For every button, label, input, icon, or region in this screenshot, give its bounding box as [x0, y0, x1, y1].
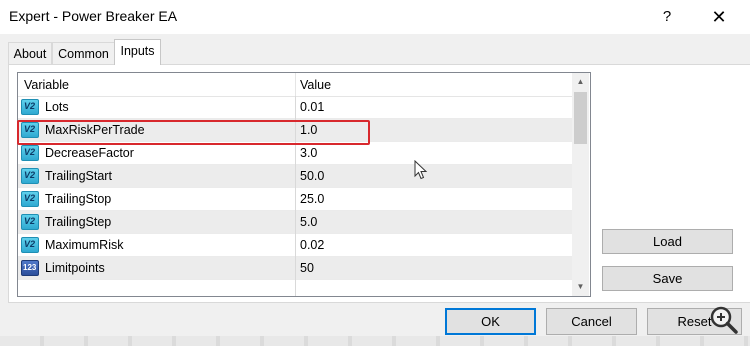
column-header-value[interactable]: Value: [300, 73, 331, 96]
column-divider[interactable]: [295, 73, 296, 96]
variable-name: Lots: [45, 100, 69, 114]
zoom-icon[interactable]: [709, 305, 739, 335]
variable-name: TrailingStep: [45, 215, 112, 229]
double-type-icon: V2: [21, 99, 39, 115]
window-title: Expert - Power Breaker EA: [9, 8, 178, 24]
table-row[interactable]: V2 MaximumRisk 0.02: [18, 234, 572, 257]
table-row[interactable]: V2 DecreaseFactor 3.0: [18, 142, 572, 165]
variable-value[interactable]: 3.0: [300, 142, 317, 165]
double-type-icon: V2: [21, 168, 39, 184]
background-strip: [0, 336, 750, 346]
variable-value[interactable]: 0.01: [300, 96, 324, 119]
tab-common[interactable]: Common: [52, 42, 115, 65]
variable-name: MaximumRisk: [45, 238, 124, 252]
ok-button[interactable]: OK: [445, 308, 536, 335]
table-row[interactable]: V2 TrailingStop 25.0: [18, 188, 572, 211]
variable-name: DecreaseFactor: [45, 146, 134, 160]
variable-value[interactable]: 50.0: [300, 165, 324, 188]
grid-header: Variable Value: [18, 73, 572, 97]
scroll-up-icon[interactable]: ▲: [572, 73, 589, 90]
double-type-icon: V2: [21, 214, 39, 230]
vertical-scrollbar[interactable]: ▲ ▼: [572, 73, 589, 296]
variable-value[interactable]: 0.02: [300, 234, 324, 257]
save-button[interactable]: Save: [602, 266, 733, 291]
variable-name: Limitpoints: [45, 261, 105, 275]
integer-type-icon: 123: [21, 260, 39, 276]
table-row[interactable]: V2 Lots 0.01: [18, 96, 572, 119]
variable-name: TrailingStart: [45, 169, 112, 183]
inputs-grid[interactable]: Variable Value V2 Lots 0.01 V2 MaxRiskPe…: [17, 72, 591, 297]
variable-value[interactable]: 5.0: [300, 211, 317, 234]
column-header-variable[interactable]: Variable: [24, 73, 69, 96]
variable-value[interactable]: 50: [300, 257, 314, 280]
table-row[interactable]: V2 TrailingStart 50.0: [18, 165, 572, 188]
table-row-partial[interactable]: [18, 280, 572, 296]
cancel-button[interactable]: Cancel: [546, 308, 637, 335]
tab-about[interactable]: About: [8, 42, 52, 65]
tab-inputs[interactable]: Inputs: [114, 39, 161, 65]
double-type-icon: V2: [21, 237, 39, 253]
title-bar: Expert - Power Breaker EA ? ✕: [0, 0, 750, 34]
help-icon[interactable]: ?: [652, 4, 682, 30]
scroll-down-icon[interactable]: ▼: [572, 278, 589, 295]
double-type-icon: V2: [21, 145, 39, 161]
double-type-icon: V2: [21, 191, 39, 207]
table-row[interactable]: V2 TrailingStep 5.0: [18, 211, 572, 234]
load-button[interactable]: Load: [602, 229, 733, 254]
scroll-thumb[interactable]: [574, 92, 587, 144]
table-row[interactable]: 123 Limitpoints 50: [18, 257, 572, 280]
variable-name: TrailingStop: [45, 192, 112, 206]
mouse-cursor-icon: [414, 160, 428, 180]
variable-value[interactable]: 25.0: [300, 188, 324, 211]
close-icon[interactable]: ✕: [703, 4, 735, 30]
highlight-box: [17, 120, 370, 145]
